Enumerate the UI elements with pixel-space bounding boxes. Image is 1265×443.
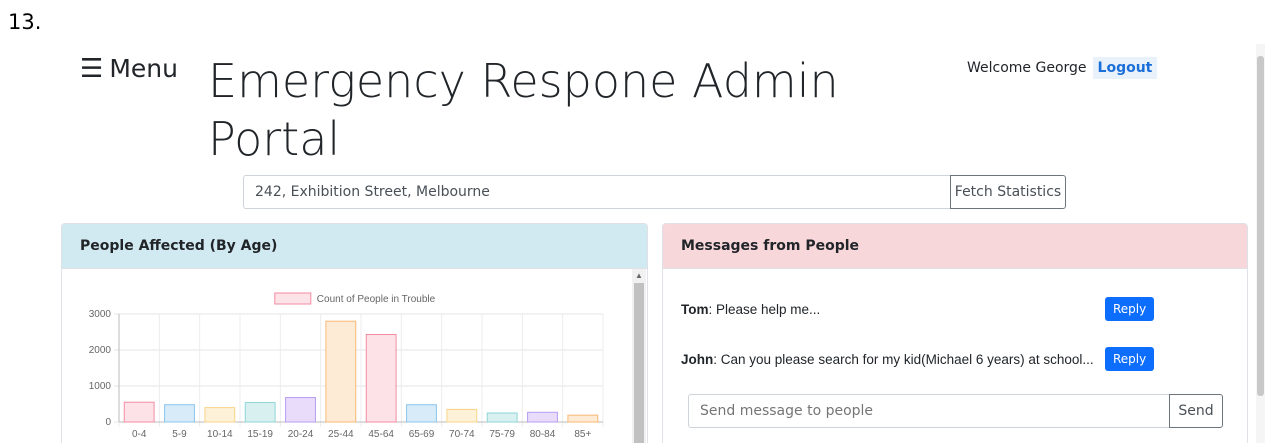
age-chart-area: 0 1000 2000 3000 0-4 5-9 10-14 15-19 20-24 25-44 4… xyxy=(62,269,647,443)
x-tick-label: 45-64 xyxy=(368,429,394,440)
x-tick-label: 70-74 xyxy=(449,429,475,440)
address-input[interactable] xyxy=(243,175,950,209)
hamburger-icon: ☰ xyxy=(80,53,104,84)
send-message-input[interactable] xyxy=(688,394,1169,428)
messages-card-header: Messages from People xyxy=(663,224,1247,269)
x-tick-label: 65-69 xyxy=(409,429,435,440)
bar xyxy=(567,414,599,423)
bar xyxy=(325,320,357,423)
address-search-group: Fetch Statistics xyxy=(243,175,1066,209)
logout-button[interactable]: Logout xyxy=(1092,57,1158,79)
send-message-group: Send xyxy=(688,394,1223,428)
x-tick-label: 85+ xyxy=(574,429,591,440)
y-tick-label: 2000 xyxy=(89,345,112,356)
welcome-area: Welcome George Logout xyxy=(967,57,1158,79)
x-tick-label: 0-4 xyxy=(132,429,147,440)
message-text: Tom: Please help me... xyxy=(681,302,1151,317)
fetch-statistics-button[interactable]: Fetch Statistics xyxy=(950,175,1066,209)
reply-button[interactable]: Reply xyxy=(1105,347,1155,371)
message-text: John: Can you please search for my kid(M… xyxy=(681,352,1151,367)
welcome-text: Welcome George xyxy=(967,60,1087,76)
scroll-thumb[interactable] xyxy=(634,283,644,443)
bar xyxy=(527,411,558,423)
message-item: Tom: Please help me... Reply xyxy=(681,297,1155,321)
bar xyxy=(123,401,155,423)
age-card-header: People Affected (By Age) xyxy=(62,224,647,269)
reply-button[interactable]: Reply xyxy=(1105,297,1155,321)
bar xyxy=(446,408,478,423)
legend-label: Count of People in Trouble xyxy=(317,294,436,305)
step-number: 13. xyxy=(8,10,42,34)
bar xyxy=(164,404,195,423)
age-card: People Affected (By Age) 0 1000 2000 3000 0-… xyxy=(61,223,648,443)
bar xyxy=(285,397,316,423)
message-item: John: Can you please search for my kid(M… xyxy=(681,347,1155,371)
x-tick-label: 15-19 xyxy=(247,429,273,440)
bar xyxy=(204,407,236,423)
x-tick-label: 10-14 xyxy=(207,429,233,440)
x-tick-label: 25-44 xyxy=(328,429,354,440)
legend-swatch xyxy=(274,292,312,305)
bar xyxy=(406,404,437,423)
message-body: : Please help me... xyxy=(708,302,821,317)
bar xyxy=(365,334,397,423)
x-tick-label: 80-84 xyxy=(530,429,556,440)
menu-toggle[interactable]: ☰ Menu xyxy=(80,54,178,83)
messages-card: Messages from People Tom: Please help me… xyxy=(662,223,1248,443)
bar xyxy=(244,402,276,423)
page-scroll-thumb[interactable] xyxy=(1257,56,1264,396)
x-tick-label: 20-24 xyxy=(288,429,314,440)
bar xyxy=(486,412,518,423)
y-tick-label: 1000 xyxy=(89,381,112,392)
y-tick-label: 3000 xyxy=(89,309,112,320)
age-chart: 0 1000 2000 3000 0-4 5-9 10-14 15-19 20-24 25-44 4… xyxy=(89,292,604,440)
chart-scrollbar[interactable]: ▲ ▼ xyxy=(632,269,646,443)
x-tick-label: 5-9 xyxy=(172,429,187,440)
y-tick-label: 0 xyxy=(105,417,111,428)
message-sender: Tom xyxy=(681,302,709,317)
message-sender: John xyxy=(681,352,714,367)
scroll-up-icon[interactable]: ▲ xyxy=(632,269,646,283)
send-button[interactable]: Send xyxy=(1169,394,1223,428)
x-tick-label: 75-79 xyxy=(489,429,515,440)
page-scrollbar[interactable] xyxy=(1256,44,1265,443)
page-title: Emergency Respone Admin Portal xyxy=(208,54,839,166)
menu-label: Menu xyxy=(109,54,178,83)
message-body: : Can you please search for my kid(Micha… xyxy=(713,352,1094,367)
